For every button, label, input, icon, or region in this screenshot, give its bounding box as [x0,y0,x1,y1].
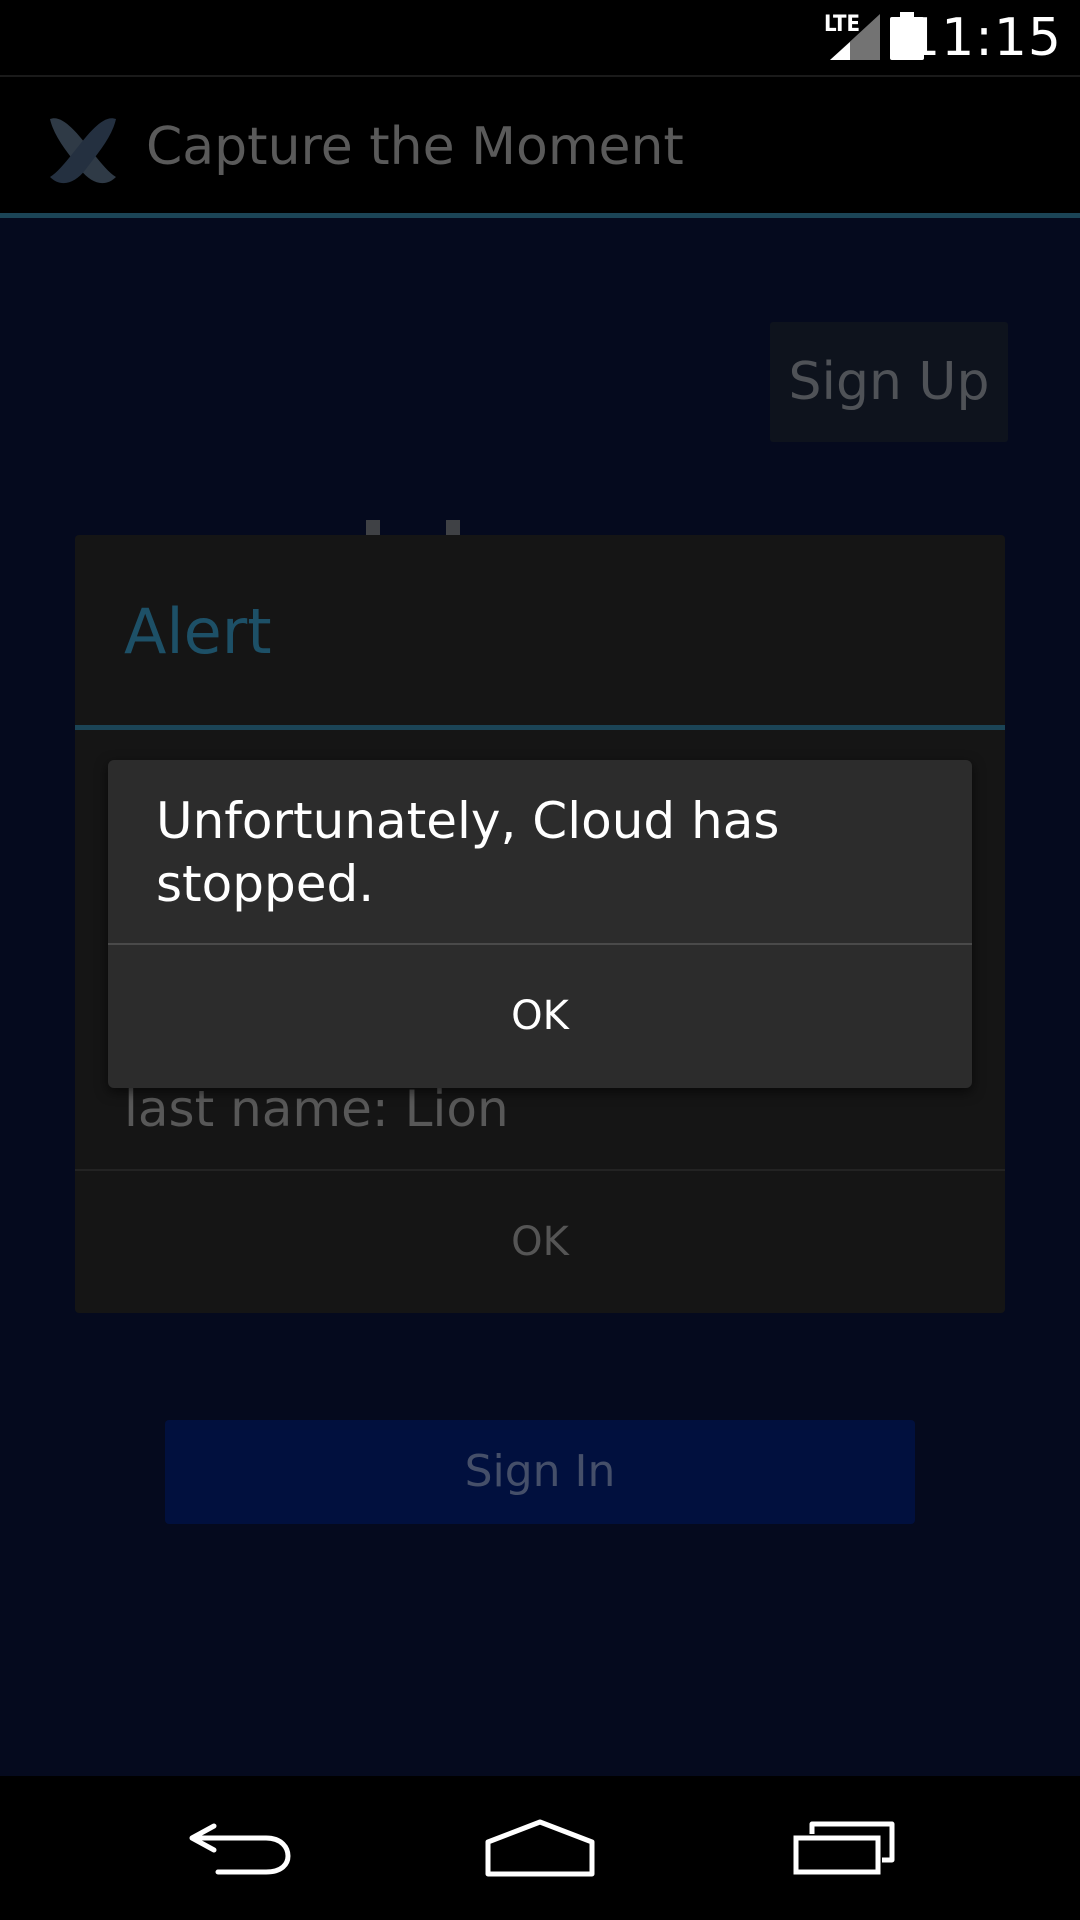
app-title: Capture the Moment [146,117,684,177]
screen: LTE 11:15 Capture the Moment Sign Up Sig… [0,0,1080,1920]
back-button[interactable] [140,1776,340,1920]
status-bar: LTE 11:15 [0,0,1080,75]
recents-icon [793,1821,895,1875]
status-time: 11:15 [907,8,1062,68]
app-logo-icon[interactable] [40,105,126,191]
home-button[interactable] [440,1776,640,1920]
home-icon [485,1819,595,1877]
crash-dialog: Unfortunately, Cloud has stopped. OK [108,760,972,1088]
lte-icon: LTE [824,12,860,37]
crash-message: Unfortunately, Cloud has stopped. [156,792,780,913]
alert-title-divider [75,725,1005,730]
sign-in-button[interactable]: Sign In [165,1420,915,1524]
alert-message: last name: Lion [124,1080,509,1138]
action-bar: Capture the Moment [0,75,1080,217]
alert-title: Alert [124,595,272,668]
crash-ok-button[interactable]: OK [108,945,972,1088]
sign-up-button[interactable]: Sign Up [770,322,1008,442]
back-icon [189,1823,291,1875]
recents-button[interactable] [744,1776,944,1920]
alert-ok-button[interactable]: OK [75,1171,1005,1313]
navigation-bar [0,1776,1080,1920]
